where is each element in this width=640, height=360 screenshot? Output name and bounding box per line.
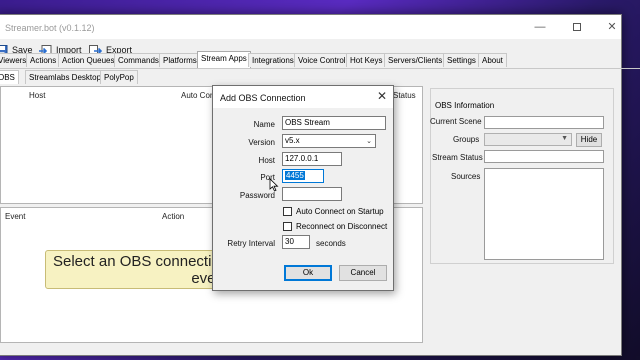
minimize-button[interactable]: — (523, 17, 557, 37)
dialog-title-bar: Add OBS Connection ✕ (213, 86, 393, 108)
tab-commands[interactable]: Commands (114, 53, 163, 67)
column-header-action[interactable]: Action (162, 212, 184, 221)
column-header-status[interactable]: Status (393, 91, 416, 100)
auto-connect-checkbox[interactable]: Auto Connect on Startup (283, 207, 384, 217)
dropdown-arrow-icon: ▼ (561, 135, 568, 142)
version-select[interactable]: v5.x ⌄ (282, 134, 376, 148)
groups-label: Groups (453, 135, 480, 144)
tab-integrations[interactable]: Integrations (248, 53, 298, 67)
auto-connect-label: Auto Connect on Startup (296, 207, 384, 216)
name-label: Name (253, 120, 275, 129)
column-header-event[interactable]: Event (5, 212, 25, 221)
stream-status-field (484, 150, 604, 163)
title-bar: Streamer.bot (v0.1.12) — ✕ (0, 15, 621, 39)
retry-interval-input[interactable]: 30 (282, 235, 310, 249)
groups-dropdown[interactable]: ▼ (484, 133, 572, 146)
tab-about[interactable]: About (478, 53, 507, 67)
close-window-button[interactable]: ✕ (595, 17, 629, 37)
close-icon: ✕ (607, 21, 617, 33)
tab-platforms[interactable]: Platforms (159, 53, 201, 67)
tab-settings[interactable]: Settings (443, 53, 480, 67)
tab-action-queues[interactable]: Action Queues (58, 53, 119, 67)
dialog-close-icon[interactable]: ✕ (377, 89, 387, 103)
chevron-down-icon: ⌄ (366, 138, 372, 145)
name-input[interactable]: OBS Stream (282, 116, 386, 130)
tab-actions[interactable]: Actions (26, 53, 61, 67)
retry-interval-label: Retry Interval (227, 239, 275, 248)
subtab-obs[interactable]: OBS (0, 70, 19, 84)
stream-status-label: Stream Status (432, 153, 483, 162)
password-label: Password (239, 191, 275, 200)
port-input[interactable]: 4455 (282, 169, 324, 183)
tab-hot-keys[interactable]: Hot Keys (346, 53, 387, 67)
dialog-title: Add OBS Connection (220, 93, 306, 103)
mouse-cursor-icon (269, 178, 279, 192)
port-selected-text: 4455 (285, 171, 305, 180)
current-scene-field (484, 116, 604, 129)
tab-stream-apps[interactable]: Stream Apps (197, 51, 251, 68)
host-input[interactable]: 127.0.0.1 (282, 152, 342, 166)
hide-group-button[interactable]: Hide (576, 133, 602, 147)
maximize-button[interactable] (560, 17, 594, 37)
sources-list[interactable] (484, 168, 604, 260)
tab-divider (0, 68, 640, 69)
reconnect-checkbox[interactable]: Reconnect on Disconnect (283, 222, 387, 232)
current-scene-label: Current Scene (430, 117, 482, 126)
subtab-polypop[interactable]: PolyPop (100, 70, 138, 84)
obs-information-legend: OBS Information (433, 101, 497, 110)
column-header-host[interactable]: Host (29, 91, 45, 100)
window-title: Streamer.bot (v0.1.12) (5, 23, 95, 33)
tab-servers-clients[interactable]: Servers/Clients (384, 53, 447, 67)
version-label: Version (248, 138, 275, 147)
subtab-streamlabs-desktop[interactable]: Streamlabs Desktop (25, 70, 106, 84)
add-obs-connection-dialog: Add OBS Connection ✕ Name OBS Stream Ver… (212, 85, 394, 291)
retry-unit-label: seconds (316, 239, 346, 248)
checkbox-box (283, 222, 292, 232)
tab-voice-control[interactable]: Voice Control (294, 53, 350, 67)
minimize-icon: — (534, 21, 546, 33)
host-label: Host (258, 156, 275, 165)
version-selected-value: v5.x (285, 136, 300, 145)
ok-button[interactable]: Ok (284, 265, 332, 281)
checkbox-box (283, 207, 292, 217)
cancel-button[interactable]: Cancel (339, 265, 387, 281)
reconnect-label: Reconnect on Disconnect (296, 222, 388, 231)
password-input[interactable] (282, 187, 342, 201)
maximize-icon (573, 23, 581, 32)
sources-label: Sources (451, 172, 481, 181)
